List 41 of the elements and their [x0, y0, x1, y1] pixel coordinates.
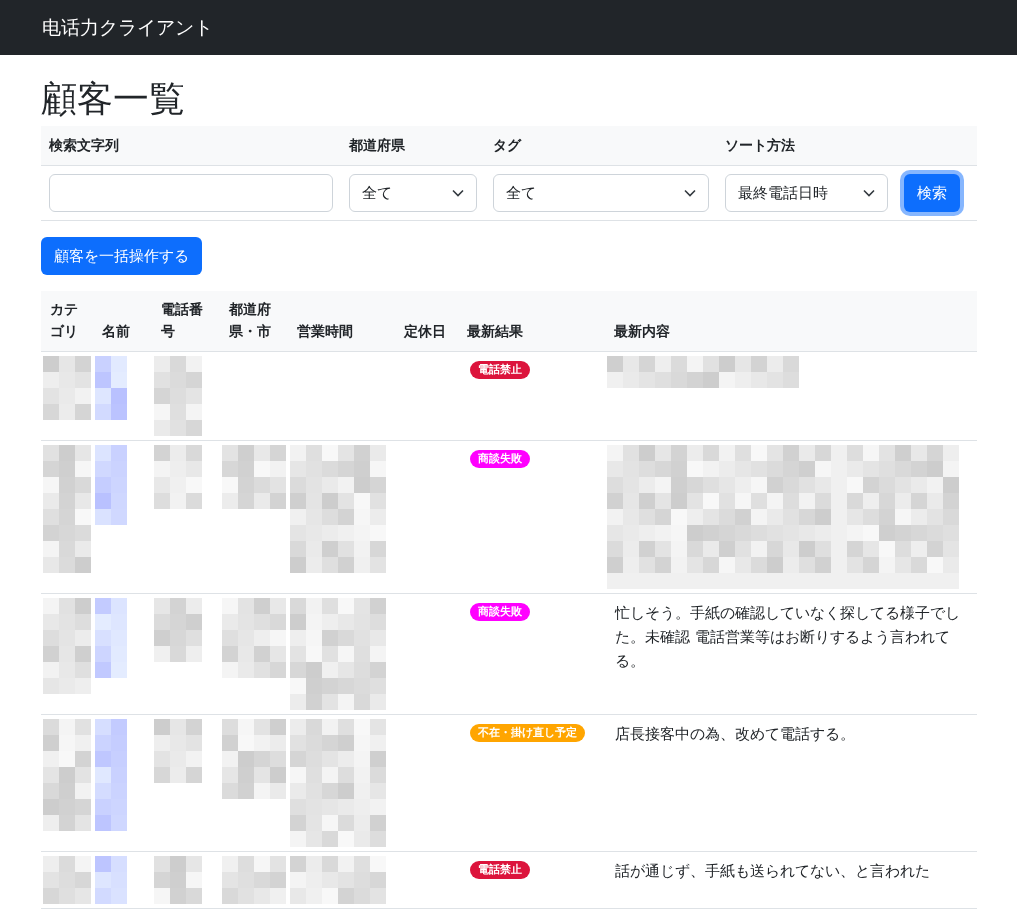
- result-badge: 不在・掛け直し予定: [470, 723, 586, 742]
- column-header: 営業時間: [296, 322, 353, 339]
- column-header: 最新内容: [614, 322, 671, 339]
- column-header: 定休日: [403, 322, 446, 339]
- filter-label: タグ: [493, 137, 521, 154]
- column-header: 名前: [102, 322, 130, 339]
- column-header: 都道府県・市: [228, 301, 271, 339]
- redacted-mosaic: [43, 855, 91, 904]
- redacted-mosaic: [221, 444, 286, 509]
- dropdown-select[interactable]: 全て: [349, 174, 477, 213]
- latest-content-text: 話が通じず、手紙も送られてない、と言われた: [614, 860, 932, 882]
- latest-content-text: 忙しそう。手紙の確認していなく探してる様子でした。未確認 電話営業等はお断りするよう言われてる。: [613, 602, 962, 672]
- redacted-mosaic: [153, 718, 202, 783]
- result-badge: 商談失敗: [470, 449, 531, 468]
- column-header: 電話番号: [160, 301, 203, 339]
- search-text-field[interactable]: [49, 174, 333, 213]
- filter-label: 都道府県: [349, 137, 405, 154]
- redacted-mosaic: [95, 855, 127, 904]
- column-header: カテゴリ: [50, 301, 78, 339]
- bulk-action-button[interactable]: 顧客を一括操作する: [41, 237, 202, 276]
- redacted-mosaic: [95, 355, 127, 420]
- redacted-mosaic: [43, 355, 91, 420]
- filter-label: ソート方法: [725, 137, 795, 154]
- redacted-mosaic: [153, 597, 202, 662]
- chevron-down-icon: [452, 189, 464, 198]
- column-header: 最新結果: [467, 322, 524, 339]
- redacted-mosaic: [153, 444, 202, 509]
- dropdown-select[interactable]: 全て: [493, 174, 709, 213]
- search-button[interactable]: 検索: [904, 174, 960, 213]
- chevron-down-icon: [684, 189, 696, 198]
- result-badge: 電話禁止: [470, 860, 531, 879]
- filter-label: 検索文字列: [49, 137, 119, 154]
- redacted-mosaic: [153, 855, 202, 904]
- dropdown-select[interactable]: 最終電話日時: [725, 174, 888, 213]
- page-title: 顧客一覧: [41, 77, 186, 121]
- result-badge: 商談失敗: [470, 602, 531, 621]
- chevron-down-icon: [863, 189, 875, 198]
- navbar-brand[interactable]: 电话力クライアント: [42, 14, 213, 41]
- result-badge: 電話禁止: [470, 360, 531, 379]
- redacted-mosaic: [221, 855, 286, 904]
- latest-content-text: 店長接客中の為、改めて電話する。: [614, 723, 857, 745]
